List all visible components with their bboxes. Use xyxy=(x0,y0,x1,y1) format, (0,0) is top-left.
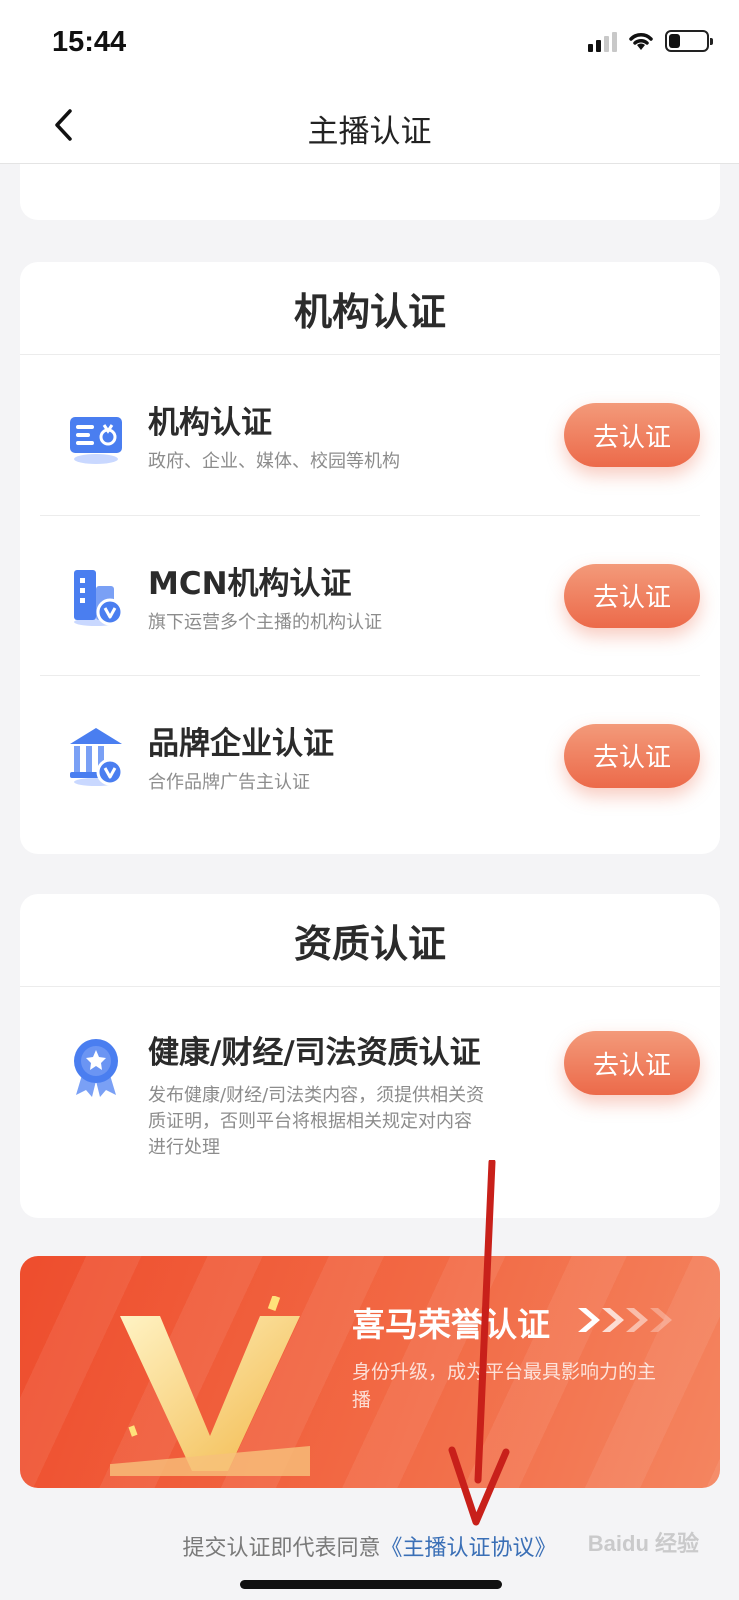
battery-icon xyxy=(665,30,713,52)
home-indicator xyxy=(240,1580,502,1589)
page-title: 主播认证 xyxy=(307,114,432,150)
cellular-signal-icon xyxy=(588,30,617,52)
item-subtitle: 发布健康/财经/司法类内容，须提供相关资质证明，否则平台将根据相关规定对内容进行… xyxy=(148,1085,485,1158)
honor-cert-banner[interactable]: 喜马荣誉认证 身份升级，成为平台最具影响力的主播 xyxy=(20,1256,720,1488)
list-item: 健康/财经/司法资质认证 发布健康/财经/司法类内容，须提供相关资质证明，否则平… xyxy=(40,987,700,1217)
item-title: 机构认证 xyxy=(148,405,272,441)
nav-bar: 主播认证 xyxy=(0,86,739,164)
item-subtitle: 旗下运营多个主播的机构认证 xyxy=(148,612,382,633)
list-item: 机构认证 政府、企业、媒体、校园等机构 去认证 xyxy=(40,355,700,515)
list-item: 品牌企业认证 合作品牌广告主认证 去认证 xyxy=(40,675,700,835)
status-icons xyxy=(588,30,713,52)
verify-button[interactable]: 去认证 xyxy=(564,403,700,467)
list-item: MCN机构认证 旗下运营多个主播的机构认证 去认证 xyxy=(40,515,700,675)
status-bar: 15:44 xyxy=(0,0,739,86)
verify-button[interactable]: 去认证 xyxy=(564,1031,700,1095)
item-title: MCN机构认证 xyxy=(148,566,352,602)
partial-card xyxy=(20,164,720,220)
section-header: 资质认证 xyxy=(20,894,720,987)
watermark: Baidu 经验 xyxy=(587,1531,699,1556)
status-time: 15:44 xyxy=(52,26,127,58)
id-card-icon xyxy=(70,417,122,464)
section-header: 机构认证 xyxy=(20,262,720,355)
item-title: 品牌企业认证 xyxy=(148,726,334,762)
wifi-icon xyxy=(629,33,653,50)
gold-v-icon xyxy=(110,1296,310,1476)
chevrons-right-icon xyxy=(576,1306,676,1334)
qual-cert-card: 资质认证 健康/财经/司法资质认证 发布健康/财经/司法类内容，须提供相关资质证… xyxy=(20,894,720,1218)
org-cert-card: 机构认证 机构认证 政府、企业、媒体、校园等机构 去认证 MCN机构认证 旗下运… xyxy=(20,262,720,854)
medal-icon xyxy=(74,1039,118,1097)
banner-subtitle: 身份升级，成为平台最具影响力的主播 xyxy=(352,1361,657,1411)
item-subtitle: 合作品牌广告主认证 xyxy=(148,772,310,793)
verify-button[interactable]: 去认证 xyxy=(564,723,700,788)
item-title: 健康/财经/司法资质认证 xyxy=(148,1035,481,1071)
bank-verified-icon xyxy=(70,727,124,786)
banner-title: 喜马荣誉认证 xyxy=(352,1305,550,1344)
building-verified-icon xyxy=(74,569,124,626)
item-subtitle: 政府、企业、媒体、校园等机构 xyxy=(148,451,400,472)
verify-button[interactable]: 去认证 xyxy=(564,563,700,628)
agreement-prefix: 提交认证即代表同意 xyxy=(182,1536,381,1561)
agreement-link[interactable]: 《主播认证协议》 xyxy=(381,1536,557,1561)
